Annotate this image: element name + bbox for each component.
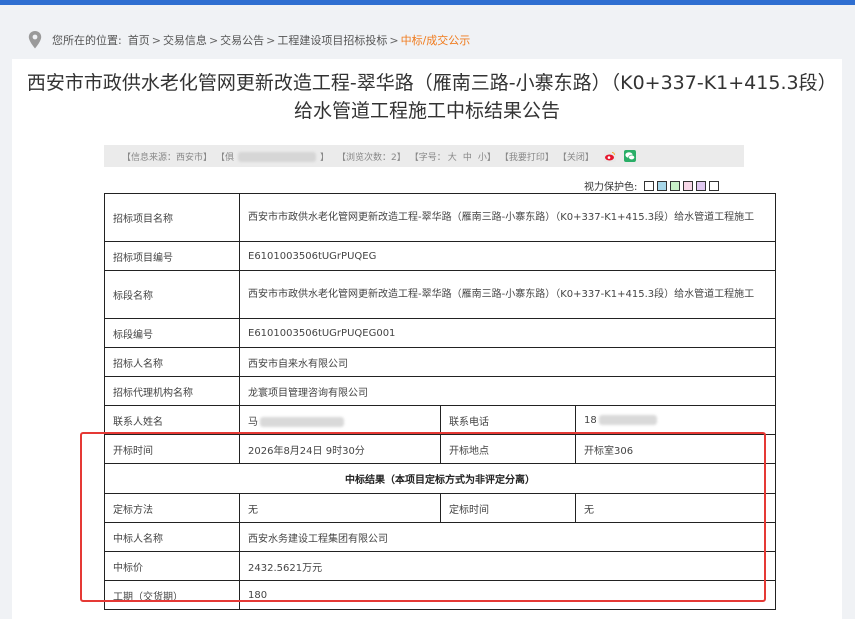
breadcrumb: 您所在的位置: 首页 > 交易信息 > 交易公告 > 工程建设项目招标投标 > … bbox=[28, 30, 470, 50]
open-place-label: 开标地点 bbox=[440, 434, 576, 464]
breadcrumb-construction-bidding[interactable]: 工程建设项目招标投标 bbox=[277, 32, 387, 48]
font-size-small[interactable]: 小】 bbox=[478, 150, 496, 163]
font-size-large[interactable]: 大 bbox=[448, 150, 457, 163]
info-views: 【浏览次数：2】 bbox=[337, 152, 406, 163]
location-pin-icon bbox=[28, 31, 42, 49]
wechat-share-icon[interactable] bbox=[623, 150, 636, 162]
period-label: 工期（交货期） bbox=[104, 580, 240, 610]
table-row: 中标价 2432.5621万元 bbox=[104, 551, 776, 581]
vision-color-swatch[interactable] bbox=[670, 180, 681, 191]
info-bar: 【信息来源：西安市】 【俱 】 【浏览次数：2】 【字号： 大 中 小】 【我要打… bbox=[104, 145, 744, 167]
breadcrumb-separator: > bbox=[266, 33, 276, 47]
open-place-value: 开标室306 bbox=[575, 434, 776, 464]
agency-label: 招标代理机构名称 bbox=[104, 376, 240, 406]
breadcrumb-current[interactable]: 中标/成交公示 bbox=[401, 32, 471, 48]
breadcrumb-home[interactable]: 首页 bbox=[128, 32, 150, 48]
decide-time-label: 定标时间 bbox=[440, 493, 576, 523]
price-value: 2432.5621万元 bbox=[239, 551, 776, 581]
info-source: 【信息来源：西安市】 bbox=[122, 152, 213, 163]
tenderer-value: 西安市自来水有限公司 bbox=[239, 347, 776, 377]
vision-color-swatch[interactable] bbox=[657, 180, 668, 191]
vision-color-swatch[interactable] bbox=[709, 180, 720, 191]
table-row: 标段名称 西安市市政供水老化管网更新改造工程-翠华路（雁南三路-小寨东路）（K0… bbox=[104, 270, 776, 319]
bid-result-table: 招标项目名称 西安市市政供水老化管网更新改造工程-翠华路（雁南三路-小寨东路）（… bbox=[104, 193, 776, 610]
phone-masked bbox=[598, 414, 657, 425]
section-code-label: 标段编号 bbox=[104, 318, 240, 348]
section-name-value: 西安市市政供水老化管网更新改造工程-翠华路（雁南三路-小寨东路）（K0+337-… bbox=[239, 270, 776, 319]
contact-value: 马 bbox=[239, 405, 441, 435]
result-section-header: 中标结果（本项目定标方式为非评定分离） bbox=[104, 463, 776, 494]
contact-masked bbox=[260, 416, 344, 427]
vision-color-swatch[interactable] bbox=[683, 180, 694, 191]
winner-label: 中标人名称 bbox=[104, 522, 240, 552]
contact-label: 联系人姓名 bbox=[104, 405, 240, 435]
method-label: 定标方法 bbox=[104, 493, 240, 523]
close-link[interactable]: 【关闭】 bbox=[558, 150, 594, 163]
info-date-masked bbox=[238, 152, 317, 162]
open-time-label: 开标时间 bbox=[104, 434, 240, 464]
breadcrumb-trade-info[interactable]: 交易信息 bbox=[163, 32, 207, 48]
table-row: 中标人名称 西安水务建设工程集团有限公司 bbox=[104, 522, 776, 552]
table-row: 工期（交货期） 180 bbox=[104, 580, 776, 610]
table-row: 开标时间 2026年8月24日 9时30分 开标地点 开标室306 bbox=[104, 434, 776, 464]
method-value: 无 bbox=[239, 493, 441, 523]
section-name-label: 标段名称 bbox=[104, 270, 240, 319]
vision-protection-colors: 视力保护色: bbox=[584, 178, 720, 193]
table-row: 招标代理机构名称 龙寰项目管理咨询有限公司 bbox=[104, 376, 776, 406]
vision-label: 视力保护色: bbox=[584, 182, 638, 193]
table-row: 招标项目名称 西安市市政供水老化管网更新改造工程-翠华路（雁南三路-小寨东路）（… bbox=[104, 193, 776, 242]
breadcrumb-separator: > bbox=[151, 33, 161, 47]
info-date: 【俱 】 bbox=[216, 150, 333, 163]
open-time-value: 2026年8月24日 9时30分 bbox=[239, 434, 441, 464]
phone-value: 18 bbox=[575, 405, 776, 435]
project-code-value: E6101003506tUGrPUQEG bbox=[239, 241, 776, 271]
project-name-value: 西安市市政供水老化管网更新改造工程-翠华路（雁南三路-小寨东路）（K0+337-… bbox=[239, 193, 776, 242]
project-code-label: 招标项目编号 bbox=[104, 241, 240, 271]
top-accent-bar bbox=[0, 0, 855, 5]
content-panel: 西安市市政供水老化管网更新改造工程-翠华路（雁南三路-小寨东路）（K0+337-… bbox=[12, 59, 842, 619]
breadcrumb-separator: > bbox=[208, 33, 219, 47]
period-value: 180 bbox=[239, 580, 776, 610]
table-row: 联系人姓名 马 联系电话 18 bbox=[104, 405, 776, 435]
info-date-prefix: 【俱 bbox=[216, 152, 235, 163]
tenderer-label: 招标人名称 bbox=[104, 347, 240, 377]
section-code-value: E6101003506tUGrPUQEG001 bbox=[239, 318, 776, 348]
weibo-share-icon[interactable] bbox=[603, 150, 616, 162]
breadcrumb-trade-notice[interactable]: 交易公告 bbox=[220, 32, 264, 48]
contact-value-prefix: 马 bbox=[248, 416, 258, 428]
decide-time-value: 无 bbox=[575, 493, 776, 523]
font-size-label: 【字号： bbox=[409, 152, 446, 163]
table-row: 标段编号 E6101003506tUGrPUQEG001 bbox=[104, 318, 776, 348]
vision-color-swatch[interactable] bbox=[644, 180, 655, 191]
breadcrumb-prefix: 您所在的位置: bbox=[52, 34, 122, 47]
price-label: 中标价 bbox=[104, 551, 240, 581]
phone-label: 联系电话 bbox=[440, 405, 576, 435]
page-title: 西安市市政供水老化管网更新改造工程-翠华路（雁南三路-小寨东路）（K0+337-… bbox=[26, 72, 828, 122]
table-row: 招标项目编号 E6101003506tUGrPUQEG bbox=[104, 241, 776, 271]
breadcrumb-separator: > bbox=[389, 33, 399, 47]
agency-value: 龙寰项目管理咨询有限公司 bbox=[239, 376, 776, 406]
table-row: 招标人名称 西安市自来水有限公司 bbox=[104, 347, 776, 377]
table-row: 定标方法 无 定标时间 无 bbox=[104, 493, 776, 523]
phone-value-prefix: 18 bbox=[584, 414, 597, 426]
winner-value: 西安水务建设工程集团有限公司 bbox=[239, 522, 776, 552]
table-row: 中标结果（本项目定标方式为非评定分离） bbox=[104, 463, 776, 494]
info-date-suffix: 】 bbox=[320, 152, 330, 163]
project-name-label: 招标项目名称 bbox=[104, 193, 240, 242]
print-link[interactable]: 【我要打印】 bbox=[500, 150, 554, 163]
font-size-medium[interactable]: 中 bbox=[463, 150, 472, 163]
vision-color-swatch[interactable] bbox=[696, 180, 707, 191]
